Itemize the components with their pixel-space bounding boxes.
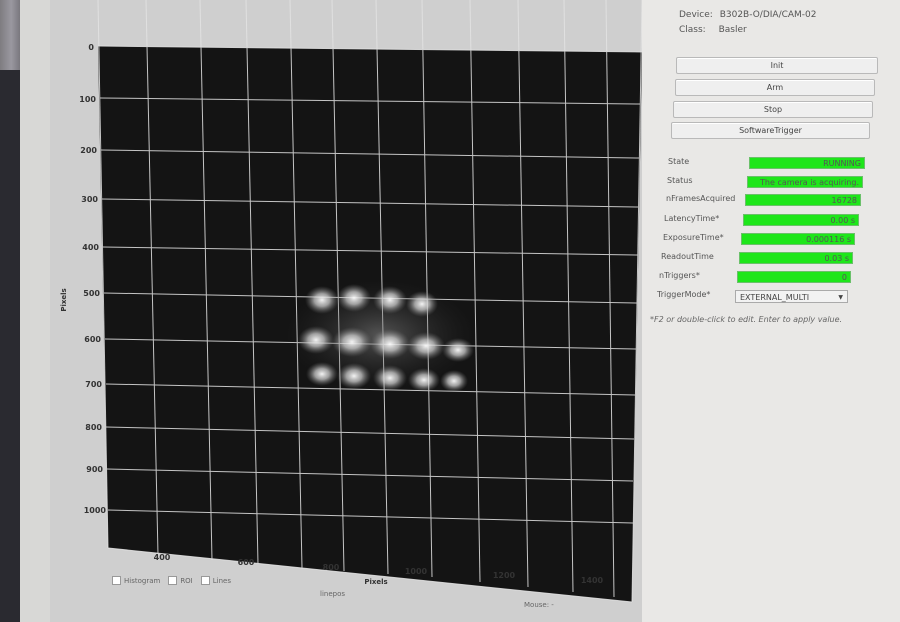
stop-button[interactable]: Stop	[673, 101, 873, 118]
checkbox-box[interactable]	[168, 576, 178, 585]
trigger-mode-select[interactable]: EXTERNAL_MULTI ▼	[735, 290, 848, 303]
roi-label: ROI	[180, 576, 193, 585]
y-tick: 600	[84, 335, 101, 344]
readout-value: 0.03 s	[739, 252, 853, 264]
y-tick: 1000	[84, 506, 107, 515]
y-tick: 400	[82, 243, 99, 252]
device-row: Device: B302B-O/DIA/CAM-02	[679, 10, 817, 20]
dropdown-arrow-icon[interactable]: ▼	[838, 291, 843, 304]
state-label: State	[668, 157, 690, 166]
device-name: B302B-O/DIA/CAM-02	[719, 10, 817, 20]
init-button[interactable]: Init	[676, 57, 878, 74]
latency-label: LatencyTime*	[664, 214, 720, 223]
y-tick: 500	[83, 289, 100, 298]
image-plot[interactable]: 0 100 200 300 400 500 600 700 800 900 10…	[50, 0, 650, 622]
exposure-value[interactable]: 0.000116 s	[741, 233, 855, 245]
y-tick: 300	[81, 195, 98, 204]
status-label: Status	[667, 176, 693, 185]
trigger-mode-label: TriggerMode*	[657, 290, 711, 299]
lines-checkbox[interactable]: Lines	[200, 576, 232, 585]
x-tick: 600	[238, 558, 255, 567]
lines-label: Lines	[212, 576, 232, 585]
checkbox-box[interactable]	[200, 576, 210, 585]
status-value: The camera is acquiring.	[747, 176, 863, 188]
latency-value[interactable]: 0.00 s	[743, 214, 859, 226]
y-tick: 700	[85, 380, 102, 389]
class-name: Basler	[718, 25, 747, 35]
device-label: Device:	[679, 10, 713, 20]
camera-image-view[interactable]: 0 100 200 300 400 500 600 700 800 900 10…	[50, 0, 650, 622]
x-tick: 1200	[493, 571, 516, 580]
histogram-label: Histogram	[124, 576, 161, 585]
y-axis-label: Pixels	[60, 288, 68, 311]
readout-label: ReadoutTime	[661, 252, 714, 261]
checkbox-box[interactable]	[112, 576, 121, 585]
exposure-label: ExposureTime*	[663, 233, 724, 242]
x-tick: 1400	[581, 576, 604, 585]
nframes-value: 16728	[745, 194, 861, 206]
ntriggers-label: nTriggers*	[659, 271, 700, 280]
mouse-position-readout: Mouse: -	[524, 601, 554, 609]
screen: 0 100 200 300 400 500 600 700 800 900 10…	[20, 0, 900, 622]
y-tick: 900	[86, 465, 103, 474]
edit-hint: *F2 or double-click to edit. Enter to ap…	[650, 315, 843, 324]
software-trigger-button[interactable]: SoftwareTrigger	[671, 122, 870, 139]
y-tick: 0	[88, 43, 94, 52]
beam-spots	[285, 280, 475, 392]
roi-checkbox[interactable]: ROI	[168, 576, 193, 585]
class-label: Class:	[679, 25, 706, 35]
y-tick: 800	[85, 423, 102, 432]
device-panel: Device: B302B-O/DIA/CAM-02 Class: Basler…	[642, 0, 900, 622]
x-tick: 400	[154, 553, 171, 562]
nframes-label: nFramesAcquired	[666, 194, 736, 203]
x-tick: 1000	[405, 567, 428, 576]
histogram-checkbox[interactable]: Histogram	[112, 576, 160, 585]
x-axis-label: Pixels	[364, 578, 387, 586]
monitor-edge	[0, 70, 22, 622]
state-value: RUNNING	[749, 157, 865, 169]
x-tick: 800	[323, 563, 340, 572]
trigger-mode-value: EXTERNAL_MULTI	[740, 293, 810, 302]
y-tick: 200	[80, 146, 97, 155]
arm-button[interactable]: Arm	[675, 79, 875, 96]
y-tick: 100	[79, 95, 96, 104]
class-row: Class: Basler	[679, 25, 747, 35]
view-options: Histogram ROI Lines	[112, 576, 231, 585]
ntriggers-value[interactable]: 0	[737, 271, 851, 283]
line-profile-label: linepos	[320, 590, 346, 598]
